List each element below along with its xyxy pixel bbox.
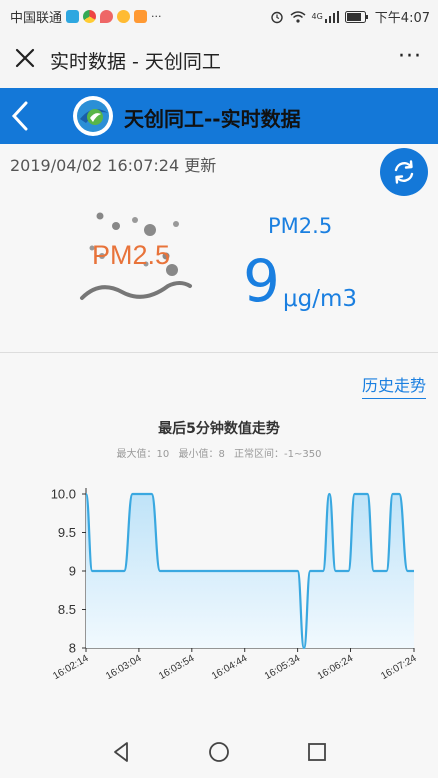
more-menu-icon[interactable]: ···	[398, 44, 422, 69]
system-nav-bar	[0, 726, 438, 778]
chart-y-tick-label: 8	[69, 641, 76, 656]
metric-unit: μg/m3	[283, 286, 358, 312]
network-label: 4G	[311, 12, 323, 21]
pm25-illustration: PM2.5	[78, 206, 196, 310]
more-apps-icon: ···	[151, 10, 162, 23]
history-trend-link[interactable]: 历史走势	[361, 372, 426, 399]
close-icon[interactable]	[12, 45, 38, 71]
refresh-icon	[394, 160, 414, 184]
main-content: 2019/04/02 16:07:24 更新 PM2.5 PM2.5 9 μg/…	[0, 144, 438, 726]
alarm-icon	[270, 11, 283, 23]
status-right: 4G 下午4:07	[270, 7, 430, 26]
metric-value: 9	[243, 247, 280, 315]
chart-x-tick-label: 16:06:24	[316, 653, 356, 682]
updated-time: 2019/04/02 16:07:24 更新	[10, 156, 217, 175]
back-chevron-icon[interactable]	[8, 100, 32, 132]
chart-y-tick-label: 9	[69, 564, 76, 579]
pm25-illustration-label: PM2.5	[92, 240, 171, 270]
status-bar: 中国联通 ··· 4G 下午4:07	[0, 0, 438, 30]
chart-x-tick-label: 16:03:04	[104, 653, 144, 682]
battery-icon	[344, 10, 368, 23]
video-app-icon	[134, 10, 148, 23]
chart-min: 最小值：8	[178, 449, 225, 460]
section-divider	[0, 352, 438, 353]
signal-icon	[324, 10, 339, 23]
wifi-icon	[290, 10, 305, 23]
window-title: 实时数据 - 天创同工	[50, 51, 221, 73]
chat-app-icon	[117, 10, 131, 23]
trend-chart: 10.0 9.5 9 8.5 816:02:14 16:03:04 16:03:54 16:0…	[51, 487, 419, 683]
title-bar: 实时数据 - 天创同工 ···	[0, 30, 438, 88]
metric-name: PM2.5	[268, 214, 333, 238]
nav-recent-button[interactable]	[305, 740, 329, 764]
nav-back-button[interactable]	[110, 740, 134, 764]
clock-label: 下午4:07	[374, 11, 430, 26]
status-left: 中国联通 ···	[10, 7, 162, 26]
chart-x-tick-label: 16:05:34	[263, 653, 303, 682]
chart-x-tick-label: 16:07:24	[379, 653, 419, 682]
refresh-button[interactable]	[380, 148, 428, 196]
header-title: 天创同工--实时数据	[124, 107, 301, 131]
nav-home-button[interactable]	[207, 740, 231, 764]
recent-square-icon	[308, 743, 326, 761]
chart-range: 正常区间：-1~350	[234, 449, 322, 460]
chart-x-tick-label: 16:04:44	[210, 653, 250, 682]
home-circle-icon	[209, 742, 229, 762]
back-triangle-icon	[114, 742, 128, 762]
app-header: 天创同工--实时数据	[0, 88, 438, 144]
chart-max: 最大值：10	[116, 449, 170, 460]
carrier-label: 中国联通	[10, 11, 63, 26]
chart-x-tick-label: 16:02:14	[51, 653, 91, 682]
chart-title: 最后5分钟数值走势	[158, 421, 280, 437]
company-logo	[73, 96, 113, 136]
shield-app-icon	[66, 10, 80, 23]
chart-y-tick-label: 8.5	[58, 602, 76, 617]
chrome-app-icon	[83, 10, 97, 23]
chart-subtitle: 最大值：10 最小值：8 正常区间：-1~350	[0, 445, 438, 460]
map-app-icon	[100, 10, 114, 23]
chart-y-tick-label: 9.5	[58, 525, 76, 540]
chart-x-tick-label: 16:03:54	[157, 653, 197, 682]
chart-y-tick-label: 10.0	[51, 487, 76, 502]
